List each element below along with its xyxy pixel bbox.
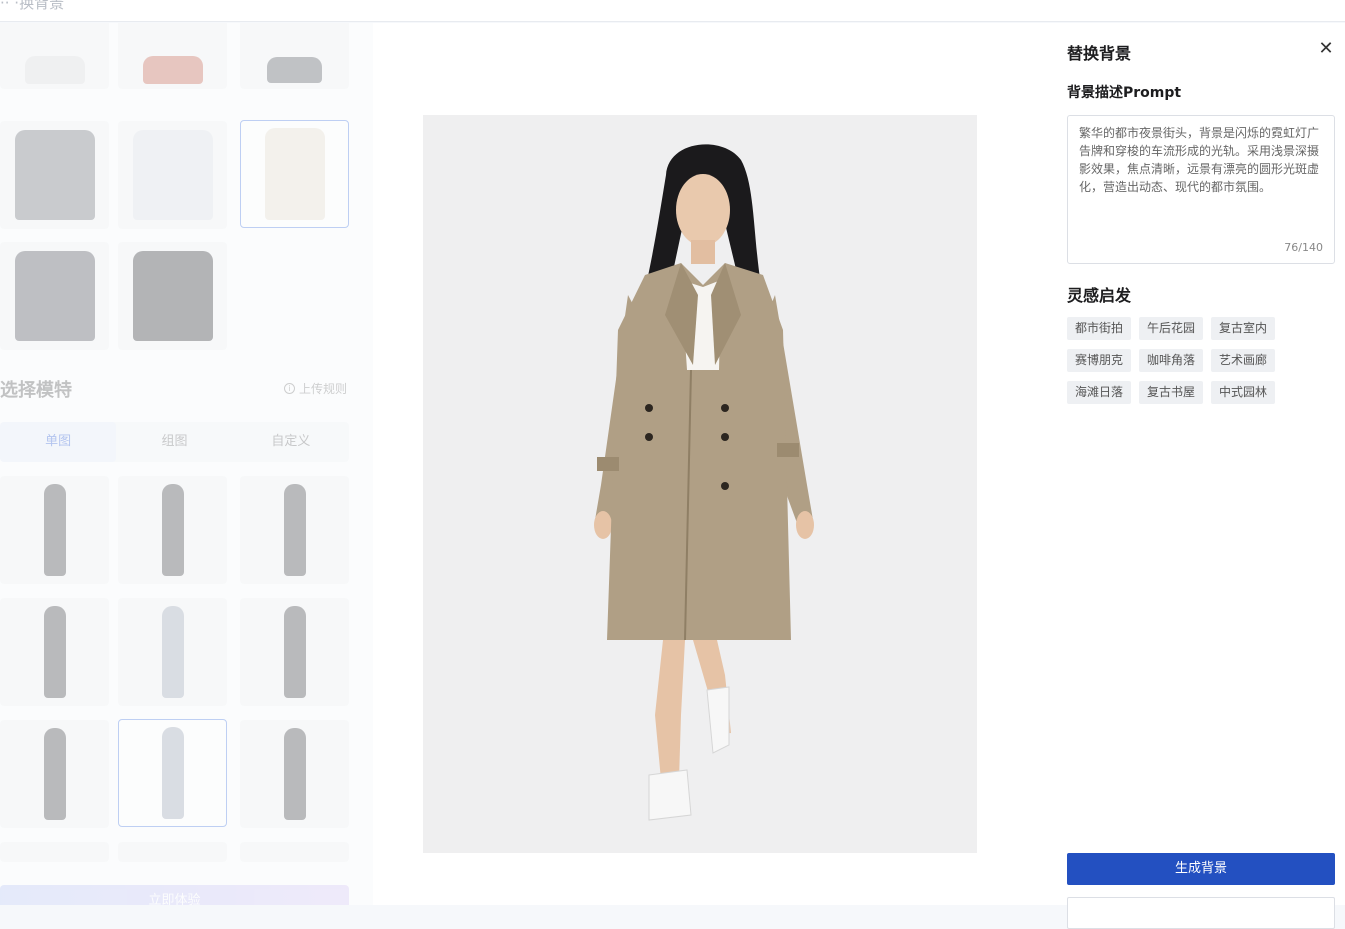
panel-title: 替换背景 bbox=[1067, 44, 1132, 63]
chip-art-gallery[interactable]: 艺术画廊 bbox=[1211, 349, 1276, 372]
garment-denim-jacket bbox=[14, 251, 95, 341]
model-section-title: 选择模特 bbox=[0, 380, 72, 401]
garment-tile[interactable] bbox=[118, 242, 227, 350]
garment-red-shorts bbox=[142, 56, 203, 84]
model-tile[interactable] bbox=[118, 598, 227, 706]
model-tile[interactable] bbox=[118, 476, 227, 584]
garment-white-shirt bbox=[132, 130, 213, 220]
preview-area bbox=[373, 23, 1050, 905]
garment-tile[interactable] bbox=[0, 121, 109, 229]
model-upload-rules-link[interactable]: i 上传规则 bbox=[284, 380, 347, 397]
chip-vintage-bookstore[interactable]: 复古书屋 bbox=[1139, 381, 1204, 404]
chip-beach-sunset[interactable]: 海滩日落 bbox=[1067, 381, 1132, 404]
character-counter: 76/140 bbox=[1284, 241, 1323, 254]
tab-custom[interactable]: 自定义 bbox=[233, 422, 349, 462]
prompt-field: 繁华的都市夜景街头，背景是闪烁的霓虹灯广告牌和穿梭的车流形成的光轨。采用浅景深摄… bbox=[1067, 115, 1335, 264]
inspiration-chips: 都市街拍 午后花园 复古室内 赛博朋克 咖啡角落 艺术画廊 海滩日落 复古书屋 … bbox=[1067, 317, 1337, 404]
model-figure bbox=[161, 606, 184, 698]
result-image bbox=[423, 115, 977, 853]
garment-tile[interactable] bbox=[0, 242, 109, 350]
inspiration-title: 灵感启发 bbox=[1067, 286, 1132, 305]
model-tile[interactable] bbox=[0, 720, 109, 828]
chip-chinese-garden[interactable]: 中式园林 bbox=[1211, 381, 1276, 404]
model-tile[interactable] bbox=[118, 842, 227, 862]
model-figure bbox=[43, 484, 66, 576]
model-figure bbox=[283, 484, 306, 576]
garment-tile[interactable] bbox=[118, 23, 227, 89]
close-icon[interactable]: ✕ bbox=[1316, 40, 1336, 60]
top-bar: ·· ·换背景 bbox=[0, 0, 1345, 22]
prompt-label: 背景描述Prompt bbox=[1067, 85, 1182, 101]
page-title: ·· ·换背景 bbox=[0, 0, 65, 12]
model-figure bbox=[161, 484, 184, 576]
chip-urban-street[interactable]: 都市街拍 bbox=[1067, 317, 1132, 340]
model-tile-selected[interactable] bbox=[118, 719, 227, 827]
model-tabs: 单图 组图 自定义 bbox=[0, 422, 349, 462]
garment-tile[interactable] bbox=[118, 121, 227, 229]
model-figure bbox=[43, 728, 66, 820]
model-tile[interactable] bbox=[240, 598, 349, 706]
replace-background-panel: 替换背景 ✕ 背景描述Prompt 繁华的都市夜景街头，背景是闪烁的霓虹灯广告牌… bbox=[1050, 23, 1345, 929]
prompt-textarea[interactable]: 繁华的都市夜景街头，背景是闪烁的霓虹灯广告牌和穿梭的车流形成的光轨。采用浅景深摄… bbox=[1079, 124, 1323, 234]
chip-vintage-interior[interactable]: 复古室内 bbox=[1211, 317, 1276, 340]
garment-grey-pants bbox=[267, 57, 322, 83]
garment-trench-coat bbox=[264, 128, 325, 220]
tab-single[interactable]: 单图 bbox=[0, 422, 117, 462]
tab-group[interactable]: 组图 bbox=[116, 422, 232, 462]
model-tile[interactable] bbox=[0, 598, 109, 706]
model-figure bbox=[43, 606, 66, 698]
garment-tile-selected[interactable] bbox=[240, 120, 349, 228]
left-panel: 选择服装 i 上传规则 选择模特 i 上传规则 单图 组图 自定义 bbox=[0, 23, 373, 905]
garment-white-shirt bbox=[24, 56, 85, 84]
model-tile[interactable] bbox=[0, 842, 109, 862]
model-tile[interactable] bbox=[240, 842, 349, 862]
model-tile[interactable] bbox=[240, 720, 349, 828]
garment-tile[interactable] bbox=[0, 23, 109, 89]
model-wearing-trench-coat-illustration bbox=[423, 115, 977, 853]
chip-afternoon-garden[interactable]: 午后花园 bbox=[1139, 317, 1204, 340]
model-tile[interactable] bbox=[0, 476, 109, 584]
garment-tile[interactable] bbox=[240, 23, 349, 89]
model-figure bbox=[161, 727, 184, 819]
garment-grey-jacket bbox=[14, 130, 95, 220]
info-icon: i bbox=[284, 383, 295, 394]
model-upload-rules-label: 上传规则 bbox=[299, 382, 348, 396]
model-figure bbox=[283, 728, 306, 820]
chip-cyberpunk[interactable]: 赛博朋克 bbox=[1067, 349, 1132, 372]
secondary-button[interactable] bbox=[1067, 897, 1335, 929]
garment-black-jacket bbox=[132, 251, 213, 341]
try-now-button[interactable]: 立即体验 bbox=[0, 885, 349, 905]
chip-cafe-corner[interactable]: 咖啡角落 bbox=[1139, 349, 1204, 372]
generate-background-button[interactable]: 生成背景 bbox=[1067, 853, 1335, 885]
model-tile[interactable] bbox=[240, 476, 349, 584]
model-figure bbox=[283, 606, 306, 698]
